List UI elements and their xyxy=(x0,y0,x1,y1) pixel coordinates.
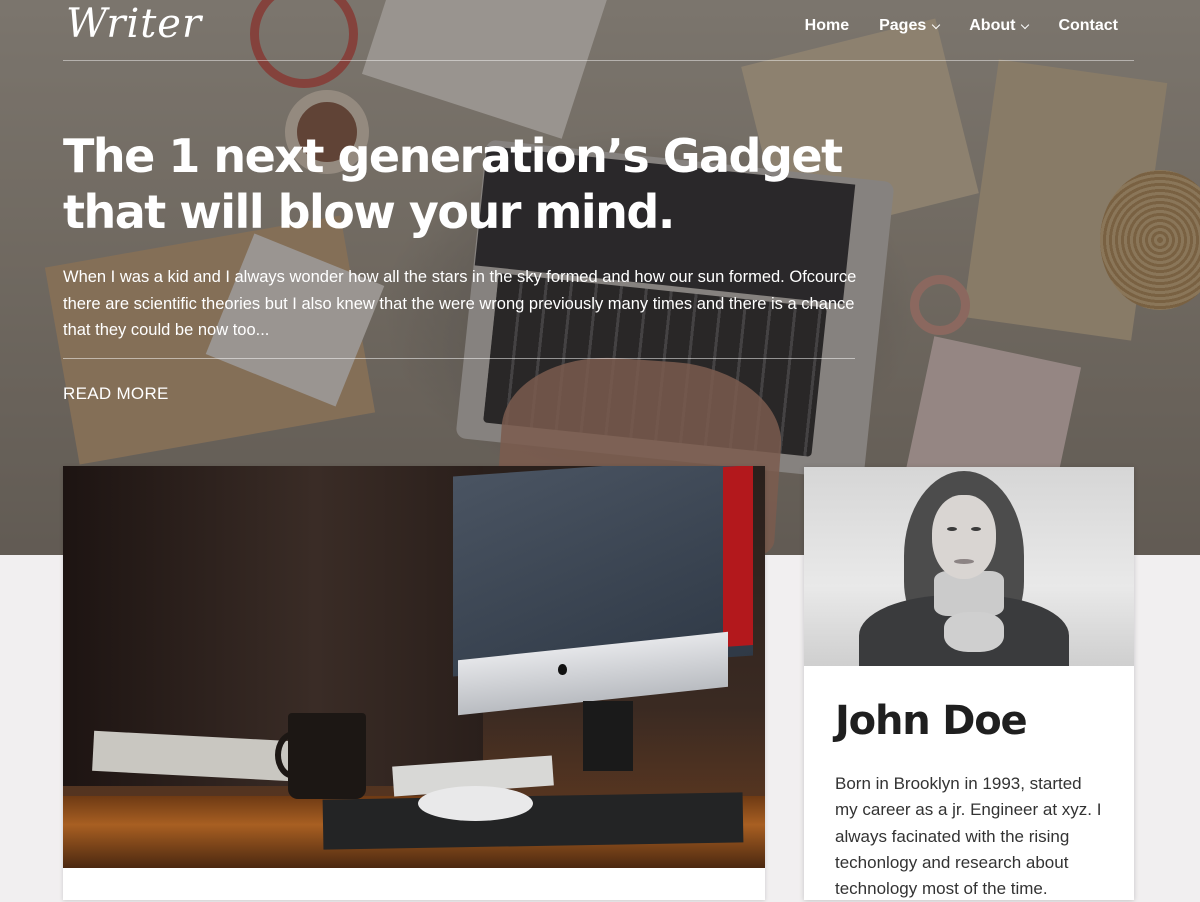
read-more-link[interactable]: READ MORE xyxy=(63,384,169,404)
nav-item-label: About xyxy=(969,17,1016,34)
image-shape xyxy=(558,664,567,675)
nav-item-home[interactable]: Home xyxy=(805,16,849,36)
nav-item-pages[interactable]: Pages xyxy=(879,16,941,36)
nav-item-label: Pages xyxy=(879,17,927,34)
nav-item-about[interactable]: About xyxy=(969,16,1030,36)
post-card xyxy=(63,466,765,900)
author-name: John Doe xyxy=(835,698,1028,744)
image-shape xyxy=(723,466,753,648)
avatar-shape xyxy=(947,527,957,531)
chevron-down-icon xyxy=(931,20,941,29)
site-header: Writer Home Pages About Contact xyxy=(0,0,1200,61)
chevron-down-icon xyxy=(1021,20,1030,29)
image-shape xyxy=(418,786,533,821)
avatar-shape xyxy=(971,527,981,531)
hero-content: The 1 next generation’s Gadget that will… xyxy=(63,128,863,404)
avatar-shape xyxy=(932,495,996,579)
avatar-shape xyxy=(944,612,1004,652)
site-logo[interactable]: Writer xyxy=(66,0,202,48)
main-nav: Home Pages About Contact xyxy=(805,16,1118,36)
nav-item-contact[interactable]: Contact xyxy=(1058,16,1118,36)
image-shape xyxy=(322,792,744,850)
nav-item-label: Contact xyxy=(1058,17,1118,34)
avatar-shape xyxy=(954,559,974,564)
header-divider xyxy=(63,60,1134,61)
image-shape xyxy=(288,713,366,799)
image-shape xyxy=(583,701,633,771)
author-bio: Born in Brooklyn in 1993, started my car… xyxy=(835,774,1102,899)
author-avatar xyxy=(804,467,1134,666)
hero-title[interactable]: The 1 next generation’s Gadget that will… xyxy=(63,128,853,240)
hero-divider xyxy=(63,357,855,359)
nav-item-label: Home xyxy=(804,17,850,34)
hero-excerpt: When I was a kid and I always wonder how… xyxy=(63,268,857,339)
post-featured-image[interactable] xyxy=(63,466,765,868)
author-card: John Doe Born in Brooklyn in 1993, start… xyxy=(804,467,1134,900)
